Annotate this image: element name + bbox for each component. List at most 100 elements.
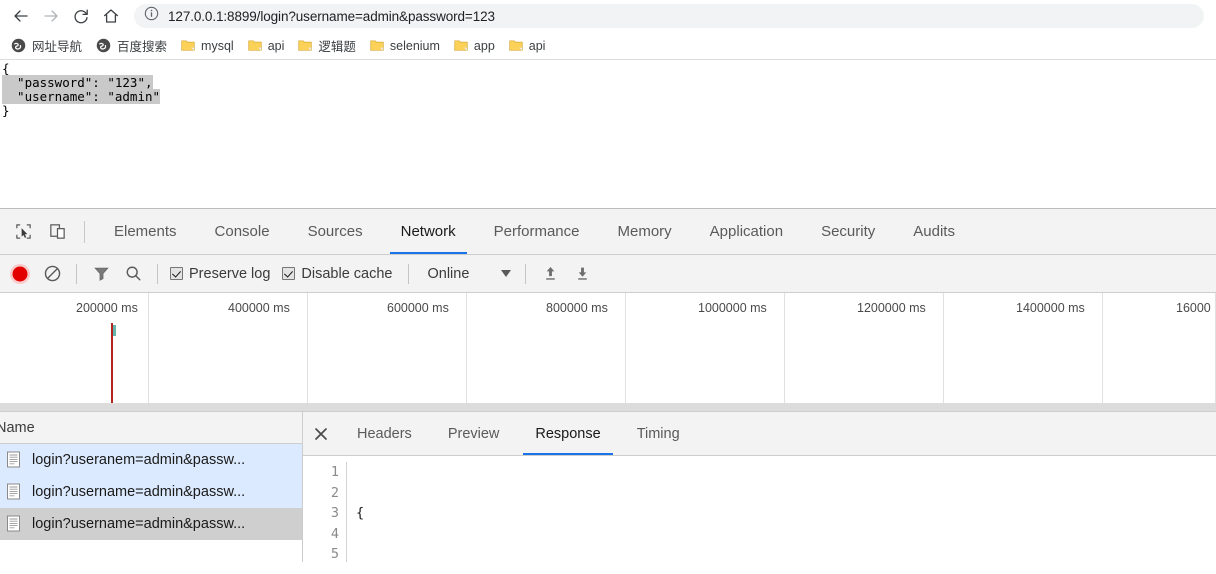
forward-button[interactable]: [36, 2, 66, 30]
detail-tab-bar: Headers Preview Response Timing: [303, 412, 1216, 456]
tab-label: Network: [400, 223, 456, 240]
devtools-tab-memory[interactable]: Memory: [599, 209, 691, 254]
record-circle-icon[interactable]: [4, 259, 36, 289]
throttling-value: Online: [427, 265, 470, 282]
devtools-tab-network[interactable]: Network: [382, 209, 475, 254]
close-x-icon[interactable]: [303, 413, 339, 455]
request-detail-panel: Headers Preview Response Timing 1 2 3 4 …: [303, 412, 1216, 562]
tab-label: Preview: [447, 425, 500, 442]
bookmark-folder-4[interactable]: 逻辑题: [291, 35, 363, 57]
line-number-gutter: 1 2 3 4 5: [303, 462, 347, 562]
checkbox-box: [170, 267, 183, 280]
devtools-tab-sources[interactable]: Sources: [289, 209, 382, 254]
toolbar-divider: [76, 263, 77, 284]
tab-label: Timing: [636, 425, 680, 442]
load-event-marker: [111, 323, 113, 411]
reload-button[interactable]: [66, 2, 96, 30]
bookmark-label: mysql: [201, 38, 234, 53]
tab-label: Headers: [357, 425, 412, 442]
folder-icon: [298, 39, 313, 52]
tab-label: Sources: [307, 223, 363, 240]
devtools-tab-elements[interactable]: Elements: [95, 209, 196, 254]
download-arrow-icon[interactable]: [566, 259, 598, 289]
bookmark-folder-6[interactable]: app: [447, 35, 502, 57]
json-line-4: }: [2, 103, 10, 118]
request-list-header[interactable]: Name: [0, 412, 302, 444]
table-row[interactable]: login?useranem=admin&passw...: [0, 444, 302, 476]
page-json-text: { "password": "123", "username": "admin"…: [2, 62, 161, 118]
search-magnifier-icon[interactable]: [117, 259, 149, 289]
detail-tab-preview[interactable]: Preview: [430, 412, 518, 455]
browser-navigation-bar: 127.0.0.1:8899/login?username=admin&pass…: [0, 0, 1216, 32]
request-name: login?username=admin&passw...: [32, 516, 246, 532]
tab-label: Performance: [493, 223, 580, 240]
globe-icon: [11, 38, 26, 53]
table-row[interactable]: login?username=admin&passw...: [0, 508, 302, 540]
timeline-tick-label: 1400000 ms: [1016, 301, 1085, 315]
request-name: login?username=admin&passw...: [32, 484, 246, 500]
page-viewport: { "password": "123", "username": "admin"…: [0, 60, 1216, 208]
dom-content-loaded-marker: [113, 325, 116, 336]
devtools-tab-security[interactable]: Security: [802, 209, 894, 254]
line-number: 5: [330, 546, 339, 562]
tab-label: Application: [709, 223, 784, 240]
bookmark-folder-3[interactable]: api: [241, 35, 292, 57]
line-number: 4: [330, 525, 339, 542]
toolbar-divider: [408, 263, 410, 284]
folder-icon: [248, 39, 262, 52]
home-button[interactable]: [96, 2, 126, 30]
address-bar[interactable]: 127.0.0.1:8899/login?username=admin&pass…: [134, 4, 1204, 28]
devtools-tab-audits[interactable]: Audits: [894, 209, 974, 254]
inspect-cursor-icon[interactable]: [6, 216, 40, 248]
request-list-panel: Name login?useranem=admin&passw... login…: [0, 412, 303, 562]
detail-tab-response[interactable]: Response: [517, 412, 618, 455]
globe-icon: [96, 38, 111, 53]
response-body-viewer[interactable]: 1 2 3 4 5 { "password": "123", "username…: [303, 456, 1216, 562]
bookmark-folder-7[interactable]: api: [502, 35, 553, 57]
response-code-text: { "password": "123", "username": "admin"…: [347, 462, 543, 562]
back-button[interactable]: [6, 2, 36, 30]
bookmark-label: api: [528, 38, 546, 53]
bookmark-label: 逻辑题: [318, 40, 356, 54]
info-circle-icon[interactable]: [144, 6, 159, 26]
overview-scrollbar-band[interactable]: [0, 403, 1216, 411]
devtools-tab-console[interactable]: Console: [196, 209, 289, 254]
timeline-tick-label: 16000: [1176, 301, 1211, 315]
network-timeline-overview[interactable]: 200000 ms 400000 ms 600000 ms 800000 ms …: [0, 293, 1216, 412]
device-toggle-icon[interactable]: [40, 216, 74, 248]
network-toolbar: Preserve log Disable cache Online: [0, 255, 1216, 293]
throttling-dropdown[interactable]: Online: [417, 266, 517, 282]
chevron-down-icon: [501, 270, 512, 277]
disable-cache-checkbox[interactable]: Disable cache: [278, 266, 396, 282]
column-header-name: Name: [0, 419, 35, 436]
devtools-tab-application[interactable]: Application: [691, 209, 802, 254]
timeline-tick-label: 200000 ms: [76, 301, 138, 315]
browser-chrome: 127.0.0.1:8899/login?username=admin&pass…: [0, 0, 1216, 208]
clear-prohibited-icon[interactable]: [36, 259, 68, 289]
tab-label: Memory: [617, 223, 672, 240]
line-number: 2: [330, 484, 339, 501]
bookmarks-bar: 网址导航 百度搜索 mysql api 逻辑题 selenium app api: [0, 32, 1216, 60]
table-row[interactable]: login?username=admin&passw...: [0, 476, 302, 508]
bookmark-folder-2[interactable]: mysql: [174, 35, 241, 57]
toolbar-divider: [157, 263, 158, 284]
preserve-log-checkbox[interactable]: Preserve log: [166, 266, 274, 282]
folder-icon: [509, 39, 523, 52]
bookmark-folder-5[interactable]: selenium: [363, 35, 447, 57]
bookmark-item-0[interactable]: 网址导航: [4, 35, 89, 57]
devtools-tab-performance[interactable]: Performance: [475, 209, 599, 254]
folder-icon: [454, 39, 468, 52]
detail-tab-headers[interactable]: Headers: [339, 412, 430, 455]
bookmark-label: api: [267, 38, 285, 53]
upload-arrow-icon[interactable]: [534, 259, 566, 289]
checkbox-box: [282, 267, 296, 280]
detail-tab-timing[interactable]: Timing: [619, 412, 698, 455]
document-icon: [6, 515, 23, 533]
tab-label: Security: [821, 223, 876, 240]
line-number: 3: [330, 505, 339, 521]
request-name: login?useranem=admin&passw...: [32, 452, 246, 468]
toolbar-divider: [525, 263, 527, 284]
bookmark-label: 网址导航: [32, 40, 83, 54]
bookmark-item-1[interactable]: 百度搜索: [89, 35, 174, 57]
filter-funnel-icon[interactable]: [85, 259, 117, 289]
